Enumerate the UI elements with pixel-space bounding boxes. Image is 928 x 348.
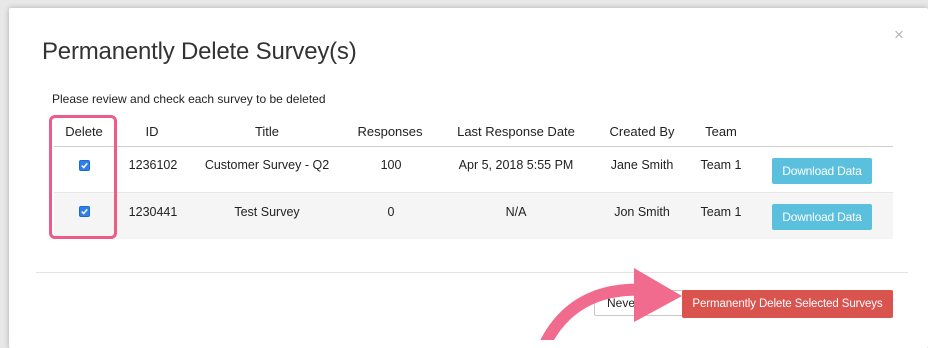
permanently-delete-button[interactable]: Permanently Delete Selected Surveys (682, 290, 893, 318)
annotation-arrow-icon (540, 268, 682, 340)
